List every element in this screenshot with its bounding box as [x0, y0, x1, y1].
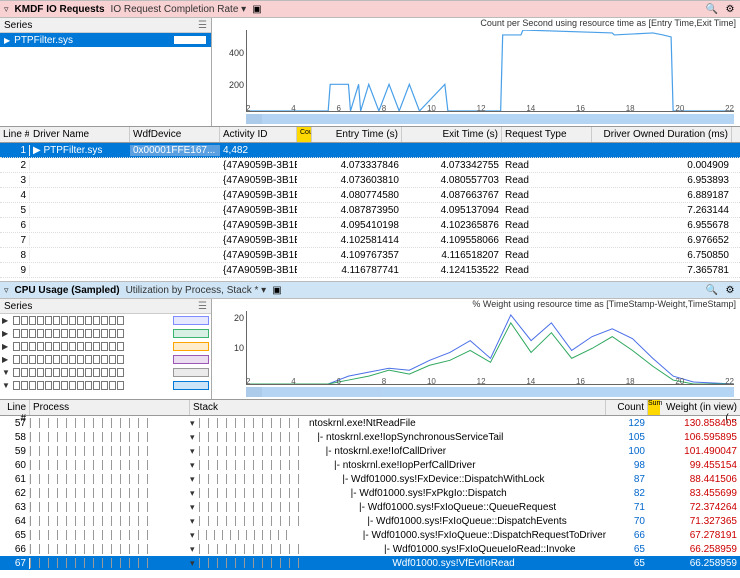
expander-icon[interactable]: ▾: [190, 418, 199, 429]
kmdf-chart-caption: Count per Second using resource time as …: [480, 18, 736, 28]
col-stack[interactable]: Stack: [190, 400, 606, 415]
series-item[interactable]: ▶: [0, 353, 211, 366]
cpu-title: CPU Usage (Sampled): [15, 285, 120, 296]
table-row[interactable]: 1▶ PTPFilter.sys0x00001FFE167...4,482: [0, 143, 740, 158]
expander-icon[interactable]: ▾: [190, 446, 199, 457]
collapse-icon[interactable]: ▿: [4, 285, 9, 296]
cpu-chart[interactable]: % Weight using resource time as [TimeSta…: [212, 299, 740, 399]
stack-row[interactable]: 57▾ntoskrnl.exe!NtReadFile129130.858405: [0, 416, 740, 430]
expander-icon[interactable]: ▾: [190, 488, 199, 499]
series-item[interactable]: ▶: [0, 327, 211, 340]
expander-icon[interactable]: ▾: [190, 530, 198, 541]
series-item[interactable]: ▼: [0, 366, 211, 379]
series-item[interactable]: ▶: [0, 314, 211, 327]
table-row[interactable]: 7{47A9059B-3B1B-00...4.1025814144.109558…: [0, 233, 740, 248]
gear-icon[interactable]: ⚙: [724, 3, 736, 15]
expander-icon[interactable]: ▾: [190, 558, 199, 569]
kmdf-series-pane: Series☰ ▶ PTPFilter.sys: [0, 18, 212, 126]
stack-row[interactable]: 61▾ |- Wdf01000.sys!FxDevice::DispatchWi…: [0, 472, 740, 486]
time-scrubber[interactable]: [246, 114, 734, 124]
expander-icon[interactable]: ▾: [190, 502, 199, 513]
col-exit[interactable]: Exit Time (s): [402, 127, 502, 142]
col-wdf[interactable]: WdfDevice: [130, 127, 220, 142]
col-count[interactable]: Count: [297, 127, 312, 142]
cpu-subtitle[interactable]: Utilization by Process, Stack * ▾: [126, 285, 267, 296]
search-icon[interactable]: 🔍: [706, 3, 718, 15]
table-row[interactable]: 4{47A9059B-3B1B-00...4.0807745804.087663…: [0, 188, 740, 203]
expander-icon[interactable]: ▾: [190, 516, 199, 527]
col-driver[interactable]: Driver Name: [30, 127, 130, 142]
series-header: Series☰: [0, 299, 211, 314]
col-activity[interactable]: Activity ID: [220, 127, 297, 142]
kmdf-subtitle[interactable]: IO Request Completion Rate ▾: [111, 4, 247, 15]
kmdf-panel-header[interactable]: ▿ KMDF IO Requests IO Request Completion…: [0, 0, 740, 18]
search-icon[interactable]: 🔍: [706, 284, 718, 296]
col-weight[interactable]: Weight (in view) (...: [660, 400, 740, 415]
box-icon[interactable]: ▣: [272, 285, 281, 296]
expander-icon[interactable]: ▾: [190, 474, 199, 485]
expander-icon[interactable]: ▾: [190, 544, 199, 555]
stack-row[interactable]: 64▾ |- Wdf01000.sys!FxIoQueue::DispatchE…: [0, 514, 740, 528]
kmdf-table-header[interactable]: Line # Driver Name WdfDevice Activity ID…: [0, 126, 740, 143]
table-row[interactable]: 8{47A9059B-3B1B-00...4.1097673574.116518…: [0, 248, 740, 263]
table-row[interactable]: 3{47A9059B-3B1B-00...4.0736038104.080557…: [0, 173, 740, 188]
col-line[interactable]: Line #: [0, 127, 30, 142]
kmdf-title: KMDF IO Requests: [15, 4, 105, 15]
cpu-series-pane: Series☰ ▶▶▶▶▼▼: [0, 299, 212, 399]
stack-row[interactable]: 59▾ |- ntoskrnl.exe!IofCallDriver100101.…: [0, 444, 740, 458]
table-row[interactable]: 5{47A9059B-3B1B-00...4.0878739504.095137…: [0, 203, 740, 218]
col-duration[interactable]: Driver Owned Duration (ms): [592, 127, 732, 142]
expander-icon[interactable]: ▾: [190, 432, 199, 443]
cpu-table-header[interactable]: Line # Process Stack Count Sum Weight (i…: [0, 399, 740, 416]
time-scrubber[interactable]: [246, 387, 734, 397]
col-line[interactable]: Line #: [0, 400, 30, 415]
stack-row[interactable]: 66▾ |- Wdf01000.sys!FxIoQueueIoRead::Inv…: [0, 542, 740, 556]
series-header: Series☰: [0, 18, 211, 33]
stack-row[interactable]: 58▾ |- ntoskrnl.exe!IopSynchronousServic…: [0, 430, 740, 444]
col-process[interactable]: Process: [30, 400, 190, 415]
stack-row[interactable]: 67▾ Wdf01000.sys!VfEvtIoRead6566.258959: [0, 556, 740, 570]
gear-icon[interactable]: ⚙: [724, 284, 736, 296]
series-item[interactable]: ▶: [0, 340, 211, 353]
series-item[interactable]: ▼: [0, 379, 211, 392]
cpu-chart-caption: % Weight using resource time as [TimeSta…: [472, 299, 736, 309]
col-request-type[interactable]: Request Type: [502, 127, 592, 142]
stack-row[interactable]: 60▾ |- ntoskrnl.exe!IopPerfCallDriver989…: [0, 458, 740, 472]
col-count[interactable]: Count: [606, 400, 648, 415]
stack-row[interactable]: 63▾ |- Wdf01000.sys!FxIoQueue::QueueRequ…: [0, 500, 740, 514]
kmdf-chart[interactable]: Count per Second using resource time as …: [212, 18, 740, 126]
kmdf-table-body[interactable]: 1▶ PTPFilter.sys0x00001FFE167...4,4822{4…: [0, 143, 740, 281]
box-icon[interactable]: ▣: [252, 4, 261, 15]
stack-row[interactable]: 62▾ |- Wdf01000.sys!FxPkgIo::Dispatch828…: [0, 486, 740, 500]
col-entry[interactable]: Entry Time (s): [312, 127, 402, 142]
series-item-ptpfilter[interactable]: ▶ PTPFilter.sys: [0, 33, 211, 47]
table-row[interactable]: 9{47A9059B-3B1B-00...4.1167877414.124153…: [0, 263, 740, 278]
collapse-icon[interactable]: ▿: [4, 4, 9, 15]
stack-row[interactable]: 65▾ |- Wdf01000.sys!FxIoQueue::DispatchR…: [0, 528, 740, 542]
cpu-table-body[interactable]: 57▾ntoskrnl.exe!NtReadFile129130.8584055…: [0, 416, 740, 576]
expander-icon[interactable]: ▾: [190, 460, 199, 471]
cpu-panel-header[interactable]: ▿ CPU Usage (Sampled) Utilization by Pro…: [0, 281, 740, 299]
table-row[interactable]: 2{47A9059B-3B1B-00...4.0733378464.073342…: [0, 158, 740, 173]
col-sum[interactable]: Sum: [648, 400, 660, 415]
table-row[interactable]: 6{47A9059B-3B1B-00...4.0954101984.102365…: [0, 218, 740, 233]
